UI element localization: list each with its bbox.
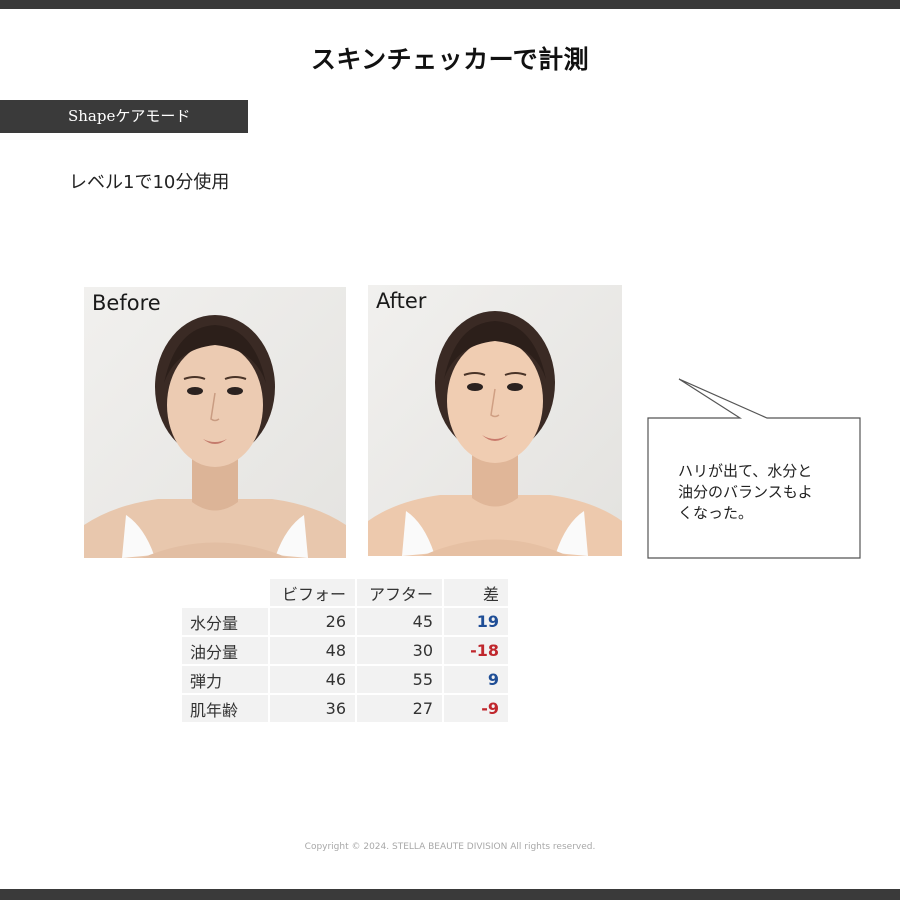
after-value: 30: [357, 637, 442, 664]
row-label: 油分量: [182, 637, 268, 664]
bubble-line: 油分のバランスもよ: [678, 483, 813, 501]
table-row: 水分量 26 45 19: [182, 608, 508, 635]
before-label: Before: [92, 291, 161, 315]
mode-label: Shapeケアモード: [0, 100, 248, 133]
row-label: 水分量: [182, 608, 268, 635]
after-value: 55: [357, 666, 442, 693]
copyright-text: Copyright © 2024. STELLA BEAUTE DIVISION…: [304, 842, 596, 852]
after-value: 45: [357, 608, 442, 635]
bubble-line: くなった。: [678, 504, 754, 522]
before-portrait-image: [84, 287, 346, 558]
header-before: ビフォー: [270, 579, 355, 606]
top-bar: [0, 0, 900, 9]
before-photo: Before: [84, 287, 346, 558]
after-value: 27: [357, 695, 442, 722]
after-label: After: [376, 289, 427, 313]
page-title: スキンチェッカーで計測: [310, 45, 590, 74]
before-value: 46: [270, 666, 355, 693]
row-label: 弾力: [182, 666, 268, 693]
diff-value: -18: [444, 637, 508, 664]
header-after: アフター: [357, 579, 442, 606]
after-portrait-image: [368, 285, 622, 556]
before-value: 48: [270, 637, 355, 664]
bubble-line: ハリが出て、水分と: [678, 462, 813, 480]
table-row: 油分量 48 30 -18: [182, 637, 508, 664]
measurement-table: ビフォー アフター 差 水分量 26 45 19 油分量 48 30 -18 弾…: [180, 577, 510, 724]
diff-value: -9: [444, 695, 508, 722]
before-value: 26: [270, 608, 355, 635]
diff-value: 19: [444, 608, 508, 635]
comment-bubble: ハリが出て、水分と 油分のバランスもよ くなった。: [640, 372, 870, 562]
after-photo: After: [368, 285, 622, 556]
bubble-text: ハリが出て、水分と 油分のバランスもよ くなった。: [678, 461, 838, 524]
diff-value: 9: [444, 666, 508, 693]
before-value: 36: [270, 695, 355, 722]
header-diff: 差: [444, 579, 508, 606]
table-row: 肌年齢 36 27 -9: [182, 695, 508, 722]
row-label: 肌年齢: [182, 695, 268, 722]
table-header-row: ビフォー アフター 差: [182, 579, 508, 606]
bottom-bar: [0, 889, 900, 900]
usage-text: レベル1で10分使用: [69, 172, 230, 193]
table-row: 弾力 46 55 9: [182, 666, 508, 693]
table-corner: [182, 579, 268, 606]
